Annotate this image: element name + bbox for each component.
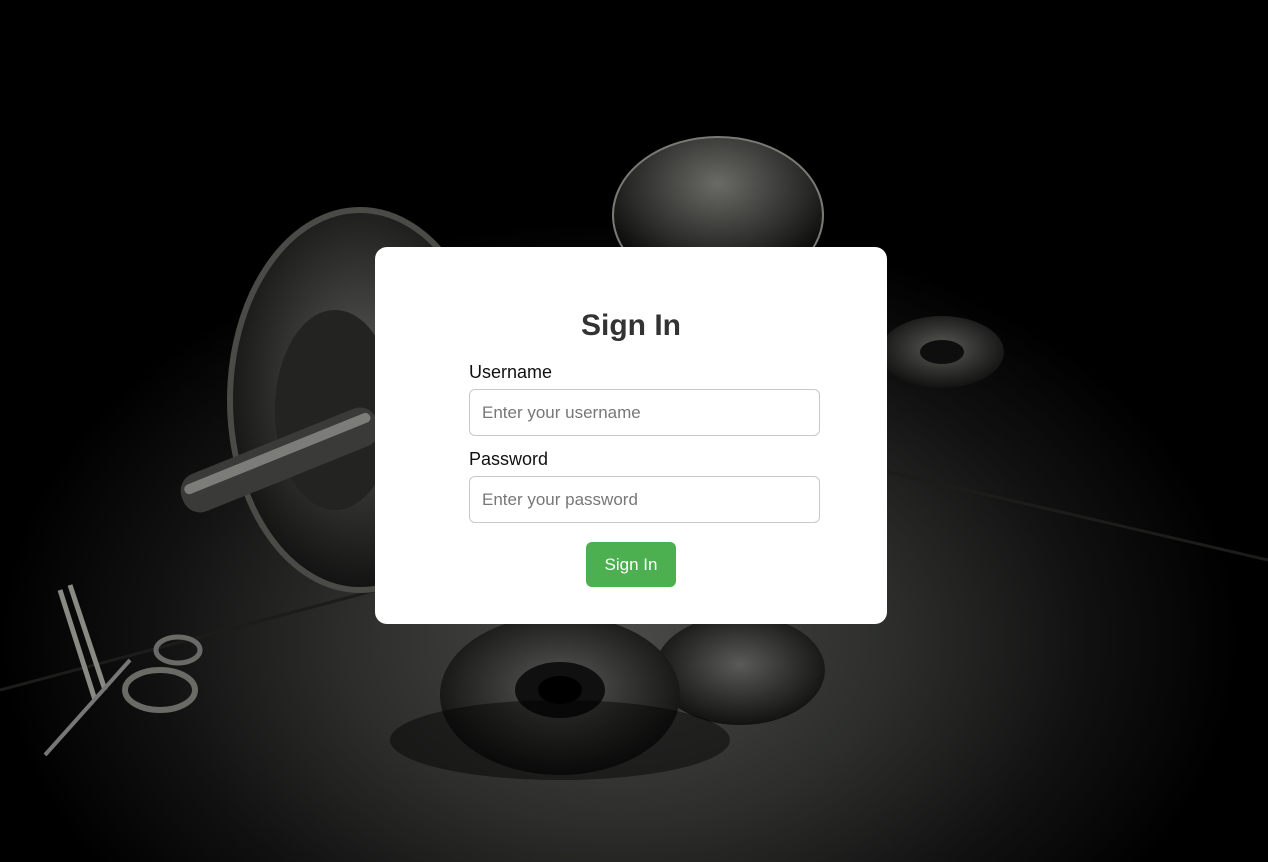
password-input[interactable] [469, 476, 820, 523]
sign-in-card: Sign In Username Password Sign In [375, 247, 887, 624]
username-input[interactable] [469, 389, 820, 436]
password-label: Password [469, 449, 549, 469]
sign-in-button[interactable]: Sign In [586, 542, 676, 587]
username-label: Username [469, 362, 553, 382]
page-title: Sign In [581, 309, 681, 342]
